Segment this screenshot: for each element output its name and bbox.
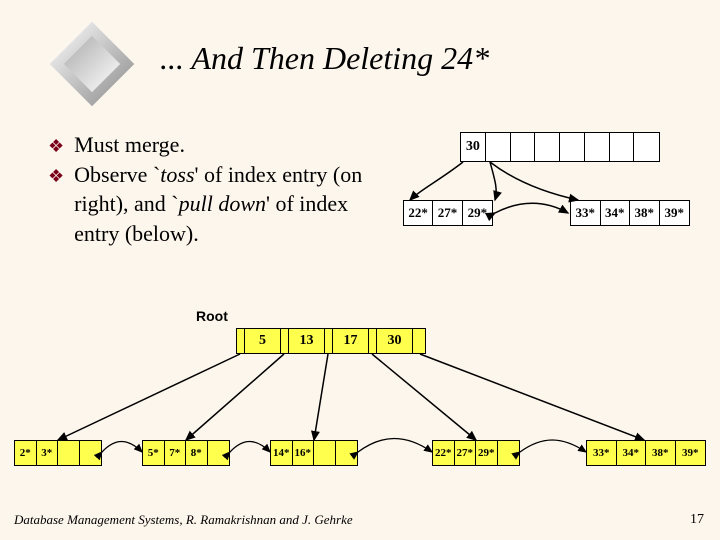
leaf-cell: 33*	[587, 441, 617, 465]
leaf-cell: 39*	[660, 201, 689, 225]
tree-edge	[58, 354, 240, 440]
top-right-index-node: 30	[460, 132, 660, 162]
leaf-cell: 38*	[646, 441, 676, 465]
top-right-leaf-right: 33* 34* 38* 39*	[570, 200, 690, 226]
toss-term: toss	[160, 162, 194, 187]
leaf-cell: 39*	[676, 441, 705, 465]
index-cell	[634, 133, 659, 161]
leaf-node: 2* 3*	[14, 440, 102, 466]
leaf-cell: 33*	[571, 201, 601, 225]
root-key: 30	[377, 329, 413, 353]
bullet-item: ❖ Must merge.	[48, 130, 388, 160]
leaf-cell	[58, 441, 80, 465]
leaf-cell: 27*	[433, 201, 462, 225]
leaf-cell: 5*	[143, 441, 165, 465]
index-cell	[610, 133, 635, 161]
leaf-node: 5* 7* 8*	[142, 440, 230, 466]
root-pointer-slot	[325, 329, 333, 353]
tree-edge	[372, 354, 476, 440]
bullet-list: ❖ Must merge. ❖ Observe `toss' of index …	[48, 130, 388, 249]
leaf-cell: 3*	[37, 441, 59, 465]
top-right-leaf-left: 22* 27* 29*	[403, 200, 493, 226]
leaf-cell: 29*	[463, 201, 492, 225]
index-cell	[486, 133, 511, 161]
root-pointer-slot	[413, 329, 421, 353]
bullet-marker-icon: ❖	[48, 164, 64, 188]
leaf-cell	[208, 441, 229, 465]
leaf-cell: 34*	[601, 201, 631, 225]
bullet-text: Must merge.	[74, 130, 388, 160]
leaf-cell	[498, 441, 519, 465]
leaf-cell: 2*	[15, 441, 37, 465]
index-cell	[585, 133, 610, 161]
leaf-cell	[314, 441, 336, 465]
leaf-cell: 38*	[630, 201, 660, 225]
tree-edge	[186, 354, 284, 440]
leaf-cell	[336, 441, 357, 465]
bullet-item: ❖ Observe `toss' of index entry (on righ…	[48, 160, 388, 249]
leaf-node: 14* 16*	[270, 440, 358, 466]
leaf-node: 33* 34* 38* 39*	[586, 440, 706, 466]
index-cell	[535, 133, 560, 161]
root-node: 5 13 17 30	[236, 328, 426, 354]
leaf-cell: 7*	[165, 441, 187, 465]
root-key: 17	[333, 329, 369, 353]
bullet-text: Observe `toss' of index entry (on right)…	[74, 160, 388, 249]
index-cell	[511, 133, 536, 161]
root-label: Root	[196, 308, 228, 324]
index-cell	[560, 133, 585, 161]
leaf-cell: 29*	[476, 441, 498, 465]
slide-number: 17	[690, 512, 704, 528]
root-pointer-slot	[369, 329, 377, 353]
bullet-marker-icon: ❖	[48, 134, 64, 158]
leaf-cell: 34*	[617, 441, 647, 465]
leaf-cell: 22*	[404, 201, 433, 225]
bullet-diamond-decoration	[48, 20, 136, 108]
tree-edge	[314, 354, 328, 440]
index-cell: 30	[461, 133, 486, 161]
root-pointer-slot	[237, 329, 245, 353]
leaf-cell: 22*	[433, 441, 455, 465]
leaf-cell: 16*	[293, 441, 315, 465]
root-pointer-slot	[281, 329, 289, 353]
slide-title: ... And Then Deleting 24*	[160, 40, 489, 77]
leaf-cell: 8*	[186, 441, 208, 465]
root-key: 13	[289, 329, 325, 353]
leaf-node: 22* 27* 29*	[432, 440, 520, 466]
tree-edge	[420, 354, 644, 440]
leaf-cell: 14*	[271, 441, 293, 465]
pulldown-term: pull down	[179, 191, 266, 216]
leaf-cell	[80, 441, 101, 465]
footer-citation: Database Management Systems, R. Ramakris…	[14, 512, 353, 528]
root-key: 5	[245, 329, 281, 353]
leaf-cell: 27*	[455, 441, 477, 465]
